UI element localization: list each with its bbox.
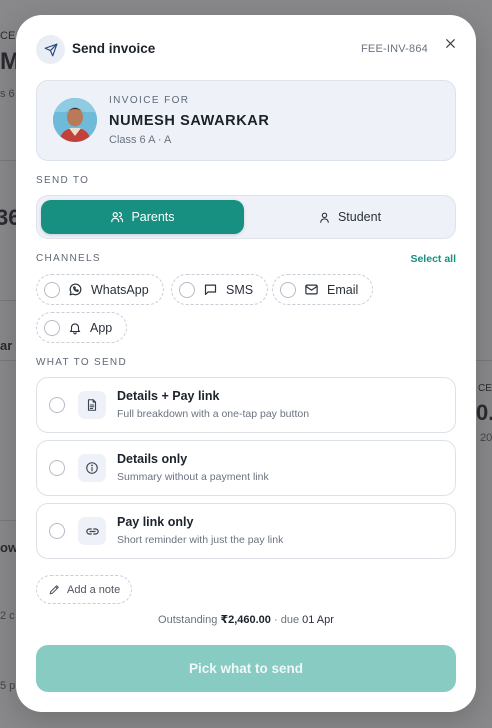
- add-note-button[interactable]: Add a note: [36, 575, 133, 604]
- message-icon: [204, 284, 217, 296]
- option-radio[interactable]: [49, 397, 65, 413]
- parents-label: Parents: [131, 210, 175, 224]
- send-to-student-option[interactable]: Student: [248, 200, 451, 234]
- outstanding-summary: Outstanding ₹2,460.00 · due 01 Apr: [16, 613, 476, 626]
- channel-chip-email[interactable]: Email: [272, 274, 374, 305]
- student-label: Student: [337, 210, 382, 224]
- invoice-for-card: INVOICE FOR NUMESH SAWARKAR Class 6 A · …: [36, 80, 456, 161]
- channel-radio[interactable]: [44, 319, 60, 336]
- link-icon: [78, 517, 106, 545]
- send-to-label: SEND TO: [36, 175, 90, 186]
- option-subtitle: Summary without a payment link: [117, 471, 269, 483]
- mail-icon: [305, 284, 318, 295]
- due-date: 01 Apr: [302, 614, 334, 626]
- users-icon: [111, 212, 124, 223]
- option-subtitle: Short reminder with just the pay link: [117, 534, 284, 546]
- channel-radio[interactable]: [44, 281, 60, 298]
- document-icon: [78, 391, 106, 419]
- channel-radio[interactable]: [179, 281, 195, 298]
- channels-label: CHANNELS: [36, 253, 101, 264]
- modal-title: Send invoice: [72, 41, 156, 56]
- channel-label: App: [90, 320, 113, 335]
- invoice-for-label: INVOICE FOR: [109, 95, 190, 106]
- whatsapp-icon: [69, 283, 82, 296]
- option-details-pay-link[interactable]: Details + Pay link Full breakdown with a…: [36, 377, 456, 433]
- option-radio[interactable]: [49, 523, 65, 539]
- info-icon: [78, 454, 106, 482]
- invoice-id: FEE-INV-864: [360, 43, 428, 55]
- option-title: Pay link only: [117, 515, 194, 529]
- channel-label: Email: [327, 282, 359, 297]
- user-icon: [320, 212, 329, 223]
- student-name: NUMESH SAWARKAR: [109, 113, 270, 129]
- class-info: Class 6 A · A: [109, 134, 172, 146]
- option-title: Details only: [117, 452, 188, 466]
- send-to-toggle: Parents Student: [36, 195, 456, 239]
- channel-chip-app[interactable]: App: [36, 312, 128, 343]
- close-button[interactable]: [438, 31, 462, 55]
- option-details-only[interactable]: Details only Summary without a payment l…: [36, 440, 456, 496]
- channel-label: WhatsApp: [91, 282, 149, 297]
- pencil-icon: [49, 585, 59, 595]
- option-pay-link-only[interactable]: Pay link only Short reminder with just t…: [36, 503, 456, 559]
- send-invoice-modal: Send invoice FEE-INV-864 INVOICE FOR NUM…: [16, 15, 476, 712]
- channel-label: SMS: [226, 282, 254, 297]
- bell-icon: [69, 322, 81, 334]
- option-title: Details + Pay link: [117, 389, 220, 403]
- avatar: [53, 98, 97, 142]
- what-to-send-label: WHAT TO SEND: [36, 357, 127, 368]
- channel-radio[interactable]: [280, 281, 296, 298]
- due-label: · due: [273, 614, 300, 626]
- option-radio[interactable]: [49, 460, 65, 476]
- send-to-parents-option[interactable]: Parents: [41, 200, 244, 234]
- pick-what-to-send-button[interactable]: Pick what to send: [36, 645, 456, 692]
- close-icon: [445, 38, 455, 48]
- channel-chip-whatsapp[interactable]: WhatsApp: [36, 274, 164, 305]
- outstanding-amount: ₹2,460.00: [220, 614, 271, 626]
- outstanding-label: Outstanding: [158, 614, 218, 626]
- channel-chip-sms[interactable]: SMS: [171, 274, 269, 305]
- add-note-label: Add a note: [67, 583, 121, 596]
- option-subtitle: Full breakdown with a one-tap pay button: [117, 408, 310, 420]
- send-icon: [36, 35, 65, 64]
- select-all-link[interactable]: Select all: [410, 253, 456, 265]
